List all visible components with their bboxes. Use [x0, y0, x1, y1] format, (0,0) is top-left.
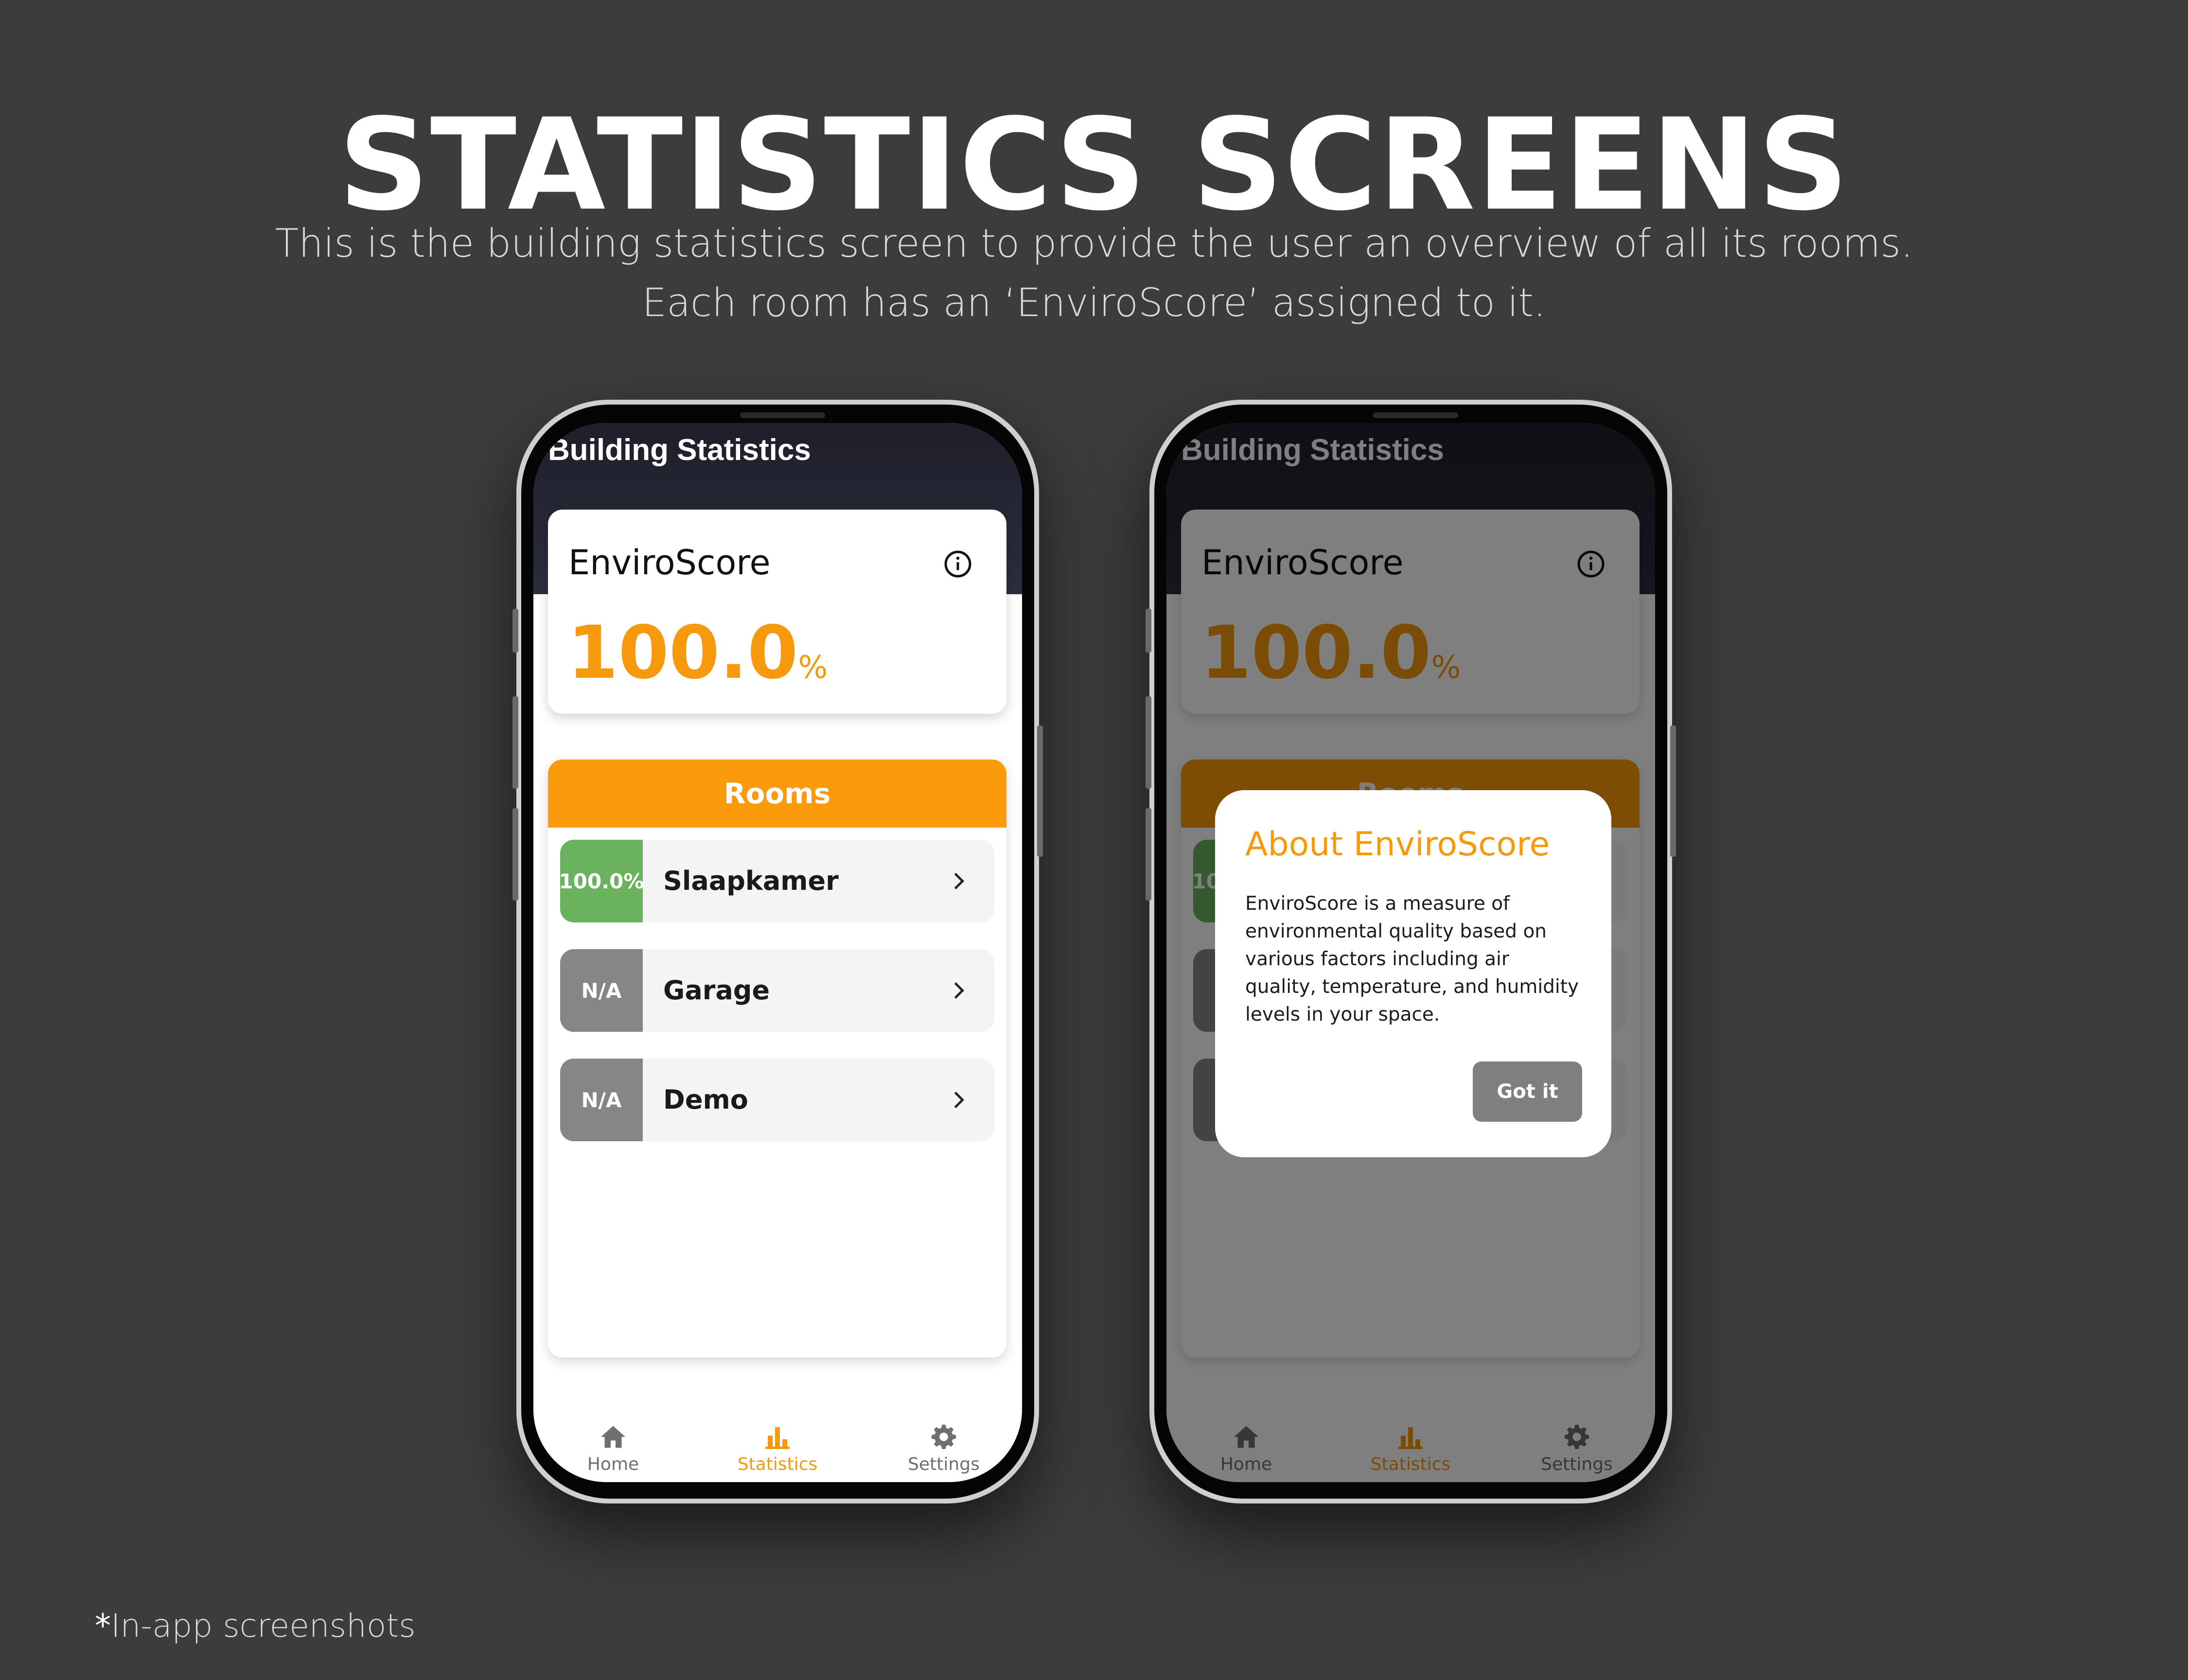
chevron-right-icon — [954, 872, 965, 890]
nav-settings[interactable]: Settings — [871, 1422, 1017, 1474]
chevron-right-icon — [954, 982, 965, 999]
phone-speaker — [740, 412, 825, 418]
phone-volume-down-button — [1146, 808, 1151, 901]
footnote-asterisk: * — [95, 1607, 111, 1645]
room-name: Slaapkamer — [663, 866, 839, 896]
chevron-right-icon — [954, 1091, 965, 1109]
home-icon — [601, 1426, 625, 1448]
dialog-title: About EnviroScore — [1245, 825, 1550, 864]
phone-volume-up-button — [512, 696, 518, 789]
room-score-badge: 100.0% — [560, 840, 644, 922]
nav-statistics-label: Statistics — [737, 1454, 818, 1474]
rooms-panel: Rooms 100.0% Slaapkamer N/A Garage N/A D… — [548, 760, 1006, 1358]
app-screen: Building Statistics EnviroScore 100.0% R… — [533, 423, 1022, 1482]
subtitle-line-2: Each room has an ‘EnviroScore’ assigned … — [642, 280, 1546, 325]
enviroscore-value: 100.0% — [567, 612, 828, 709]
enviroscore-card: EnviroScore 100.0% — [548, 510, 1006, 714]
phone-mockup-dialog: Building Statistics EnviroScore 100.0% R… — [1146, 400, 1676, 1503]
about-enviroscore-dialog: About EnviroScore EnviroScore is a measu… — [1215, 790, 1611, 1157]
nav-statistics[interactable]: Statistics — [705, 1422, 850, 1474]
app-title: Building Statistics — [548, 433, 811, 467]
phone-power-button — [1670, 725, 1676, 857]
phone-power-button — [1037, 725, 1043, 857]
phone-speaker — [1373, 412, 1458, 418]
room-row-slaapkamer[interactable]: 100.0% Slaapkamer — [560, 840, 994, 922]
room-row-demo[interactable]: N/A Demo — [560, 1059, 994, 1141]
phone-mute-button — [512, 609, 518, 653]
enviroscore-unit: % — [798, 650, 828, 686]
nav-settings-label: Settings — [908, 1454, 980, 1474]
dialog-body: EnviroScore is a measure of environmenta… — [1245, 893, 1579, 1026]
phone-mockup-statistics: Building Statistics EnviroScore 100.0% R… — [512, 400, 1043, 1503]
phone-volume-up-button — [1146, 696, 1151, 789]
subtitle-line-1: This is the building statistics screen t… — [275, 221, 1913, 266]
footnote-text: In-app screenshots — [111, 1607, 416, 1645]
room-score-badge: N/A — [560, 1059, 643, 1141]
rooms-header: Rooms — [548, 760, 1006, 828]
nav-home[interactable]: Home — [540, 1422, 686, 1474]
nav-home-label: Home — [587, 1454, 639, 1474]
gear-icon — [932, 1425, 956, 1449]
enviroscore-label: EnviroScore — [568, 543, 771, 583]
page-subtitle: This is the building statistics screen t… — [0, 214, 2188, 333]
room-name: Demo — [663, 1084, 748, 1115]
info-icon[interactable] — [943, 549, 972, 579]
room-row-garage[interactable]: N/A Garage — [560, 949, 994, 1032]
app-screen: Building Statistics EnviroScore 100.0% R… — [1166, 423, 1655, 1482]
bar-chart-icon — [765, 1427, 790, 1449]
got-it-button[interactable]: Got it — [1473, 1061, 1582, 1122]
phone-mute-button — [1146, 609, 1151, 653]
room-score-badge: N/A — [560, 949, 643, 1032]
footnote: *In-app screenshots — [95, 1607, 416, 1645]
bottom-nav: Home Statistics Settings — [533, 1412, 1022, 1482]
enviroscore-number: 100.0 — [567, 611, 798, 695]
room-name: Garage — [663, 975, 770, 1006]
phone-volume-down-button — [512, 808, 518, 901]
